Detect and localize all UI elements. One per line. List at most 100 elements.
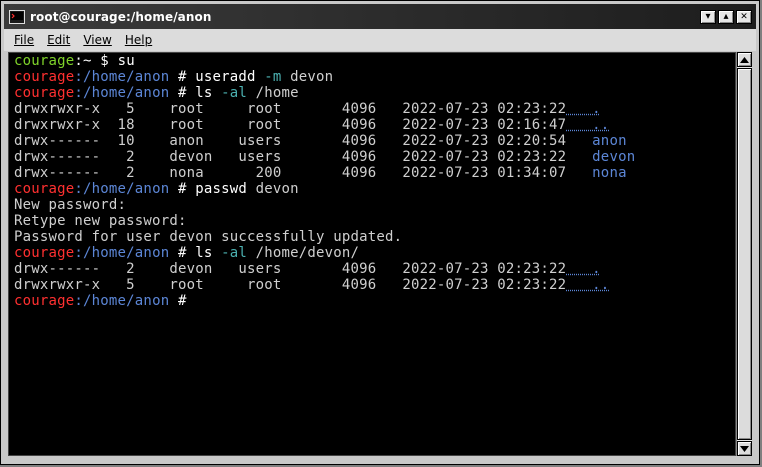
ls-date: 2022-07-23 xyxy=(376,117,489,133)
prompt-symbol: # xyxy=(169,245,196,261)
prompt-path: :/home/anon xyxy=(74,181,170,197)
ls-permissions: drwxrwxr-x xyxy=(14,277,101,293)
ls-links: 2 xyxy=(100,165,135,181)
terminal-line: courage:/home/anon # passwd devon xyxy=(14,181,735,197)
ls-size: 4096 xyxy=(281,101,377,117)
output-text: Retype new password: xyxy=(14,213,187,229)
ls-time: 02:23:22 xyxy=(488,261,567,277)
ls-permissions: drwx------ xyxy=(14,261,101,277)
ls-name: .. xyxy=(566,277,610,293)
ls-date: 2022-07-23 xyxy=(376,165,489,181)
prompt-symbol: # xyxy=(169,85,196,101)
ls-group: root xyxy=(212,117,282,133)
terminal-line: courage:/home/anon # ls -al /home xyxy=(14,85,735,101)
ls-name: .. xyxy=(566,117,610,133)
ls-date: 2022-07-23 xyxy=(376,101,489,117)
prompt-path: :/home/anon xyxy=(74,69,170,85)
command-args: /home xyxy=(247,85,299,101)
ls-size: 4096 xyxy=(281,117,377,133)
ls-owner: root xyxy=(134,277,213,293)
terminal-line: courage:/home/anon # ls -al /home/devon/ xyxy=(14,245,735,261)
vertical-scrollbar[interactable] xyxy=(736,52,752,456)
ls-name: nona xyxy=(566,165,627,181)
ls-permissions: drwx------ xyxy=(14,133,101,149)
ls-time: 02:23:22 xyxy=(488,149,567,165)
command-name: ls xyxy=(195,245,213,261)
ls-links: 10 xyxy=(100,133,135,149)
terminal-window: root@courage:/home/anon ▾ ▴ ✕ File Edit … xyxy=(0,0,760,465)
ls-date: 2022-07-23 xyxy=(376,261,489,277)
ls-permissions: drwxrwxr-x xyxy=(14,117,101,133)
prompt-host: courage xyxy=(14,53,75,69)
ls-owner: nona xyxy=(134,165,213,181)
terminal-line: drwxrwxr-x 18 root root 4096 2022-07-23 … xyxy=(14,117,735,133)
scroll-up-button[interactable] xyxy=(737,52,752,67)
command-flag: -al xyxy=(212,245,247,261)
minimize-button[interactable]: ▾ xyxy=(700,10,716,24)
ls-permissions: drwxrwxr-x xyxy=(14,101,101,117)
ls-links: 2 xyxy=(100,149,135,165)
window-title: root@courage:/home/anon xyxy=(30,9,212,24)
close-icon: ✕ xyxy=(740,12,748,22)
menu-file[interactable]: File xyxy=(14,33,34,47)
maximize-button[interactable]: ▴ xyxy=(718,10,734,24)
ls-owner: devon xyxy=(134,149,213,165)
prompt-symbol: # xyxy=(169,69,196,85)
command-flag: -m xyxy=(255,69,282,85)
ls-name: anon xyxy=(566,133,627,149)
title-bar[interactable]: root@courage:/home/anon ▾ ▴ ✕ xyxy=(4,4,756,29)
ls-time: 02:23:22 xyxy=(488,101,567,117)
menu-bar: File Edit View Help xyxy=(4,29,756,51)
command-args: devon xyxy=(281,69,334,85)
menu-help[interactable]: Help xyxy=(125,33,152,47)
terminal-line: drwxrwxr-x 5 root root 4096 2022-07-23 0… xyxy=(14,277,735,293)
ls-name: . xyxy=(566,101,601,117)
menu-edit[interactable]: Edit xyxy=(47,33,70,47)
maximize-icon: ▴ xyxy=(723,11,729,22)
prompt-host: courage xyxy=(14,69,75,85)
ls-group: 200 xyxy=(212,165,282,181)
ls-group: users xyxy=(212,149,282,165)
prompt-host: courage xyxy=(14,245,75,261)
ls-name: devon xyxy=(566,149,636,165)
ls-owner: anon xyxy=(134,133,213,149)
prompt-path: :/home/anon xyxy=(74,293,170,309)
terminal-output[interactable]: courage:~ $ su courage:/home/anon # usera… xyxy=(8,52,736,456)
ls-time: 02:16:47 xyxy=(488,117,567,133)
ls-date: 2022-07-23 xyxy=(376,133,489,149)
ls-group: root xyxy=(212,101,282,117)
scroll-down-button[interactable] xyxy=(737,441,752,456)
output-text: Password for user devon successfully upd… xyxy=(14,229,403,245)
ls-size: 4096 xyxy=(281,133,377,149)
ls-date: 2022-07-23 xyxy=(376,277,489,293)
ls-links: 2 xyxy=(100,261,135,277)
terminal-line: drwx------ 10 anon users 4096 2022-07-23… xyxy=(14,133,735,149)
command-flag: -al xyxy=(212,85,247,101)
prompt-symbol: $ xyxy=(91,53,118,69)
terminal-line: drwxrwxr-x 5 root root 4096 2022-07-23 0… xyxy=(14,101,735,117)
terminal-line: Retype new password: xyxy=(14,213,735,229)
scrollbar-thumb[interactable] xyxy=(737,68,752,440)
command-args: devon xyxy=(247,181,299,197)
close-button[interactable]: ✕ xyxy=(736,10,752,24)
ls-owner: devon xyxy=(134,261,213,277)
terminal-line: drwx------ 2 devon users 4096 2022-07-23… xyxy=(14,149,735,165)
ls-owner: root xyxy=(134,101,213,117)
ls-group: users xyxy=(212,133,282,149)
ls-group: users xyxy=(212,261,282,277)
command-name: su xyxy=(117,53,135,69)
prompt-path: :/home/anon xyxy=(74,85,170,101)
ls-time: 02:23:22 xyxy=(488,277,567,293)
ls-size: 4096 xyxy=(281,165,377,181)
prompt-path: :~ xyxy=(74,53,92,69)
ls-time: 01:34:07 xyxy=(488,165,567,181)
prompt-symbol: # xyxy=(169,181,196,197)
ls-size: 4096 xyxy=(281,261,377,277)
terminal-line: drwx------ 2 nona 200 4096 2022-07-23 01… xyxy=(14,165,735,181)
prompt-symbol: # xyxy=(169,293,196,309)
ls-group: root xyxy=(212,277,282,293)
terminal-line: courage:/home/anon # useradd -m devon xyxy=(14,69,735,85)
arrow-up-icon xyxy=(740,56,749,63)
terminal-line: New password: xyxy=(14,197,735,213)
menu-view[interactable]: View xyxy=(83,33,111,47)
